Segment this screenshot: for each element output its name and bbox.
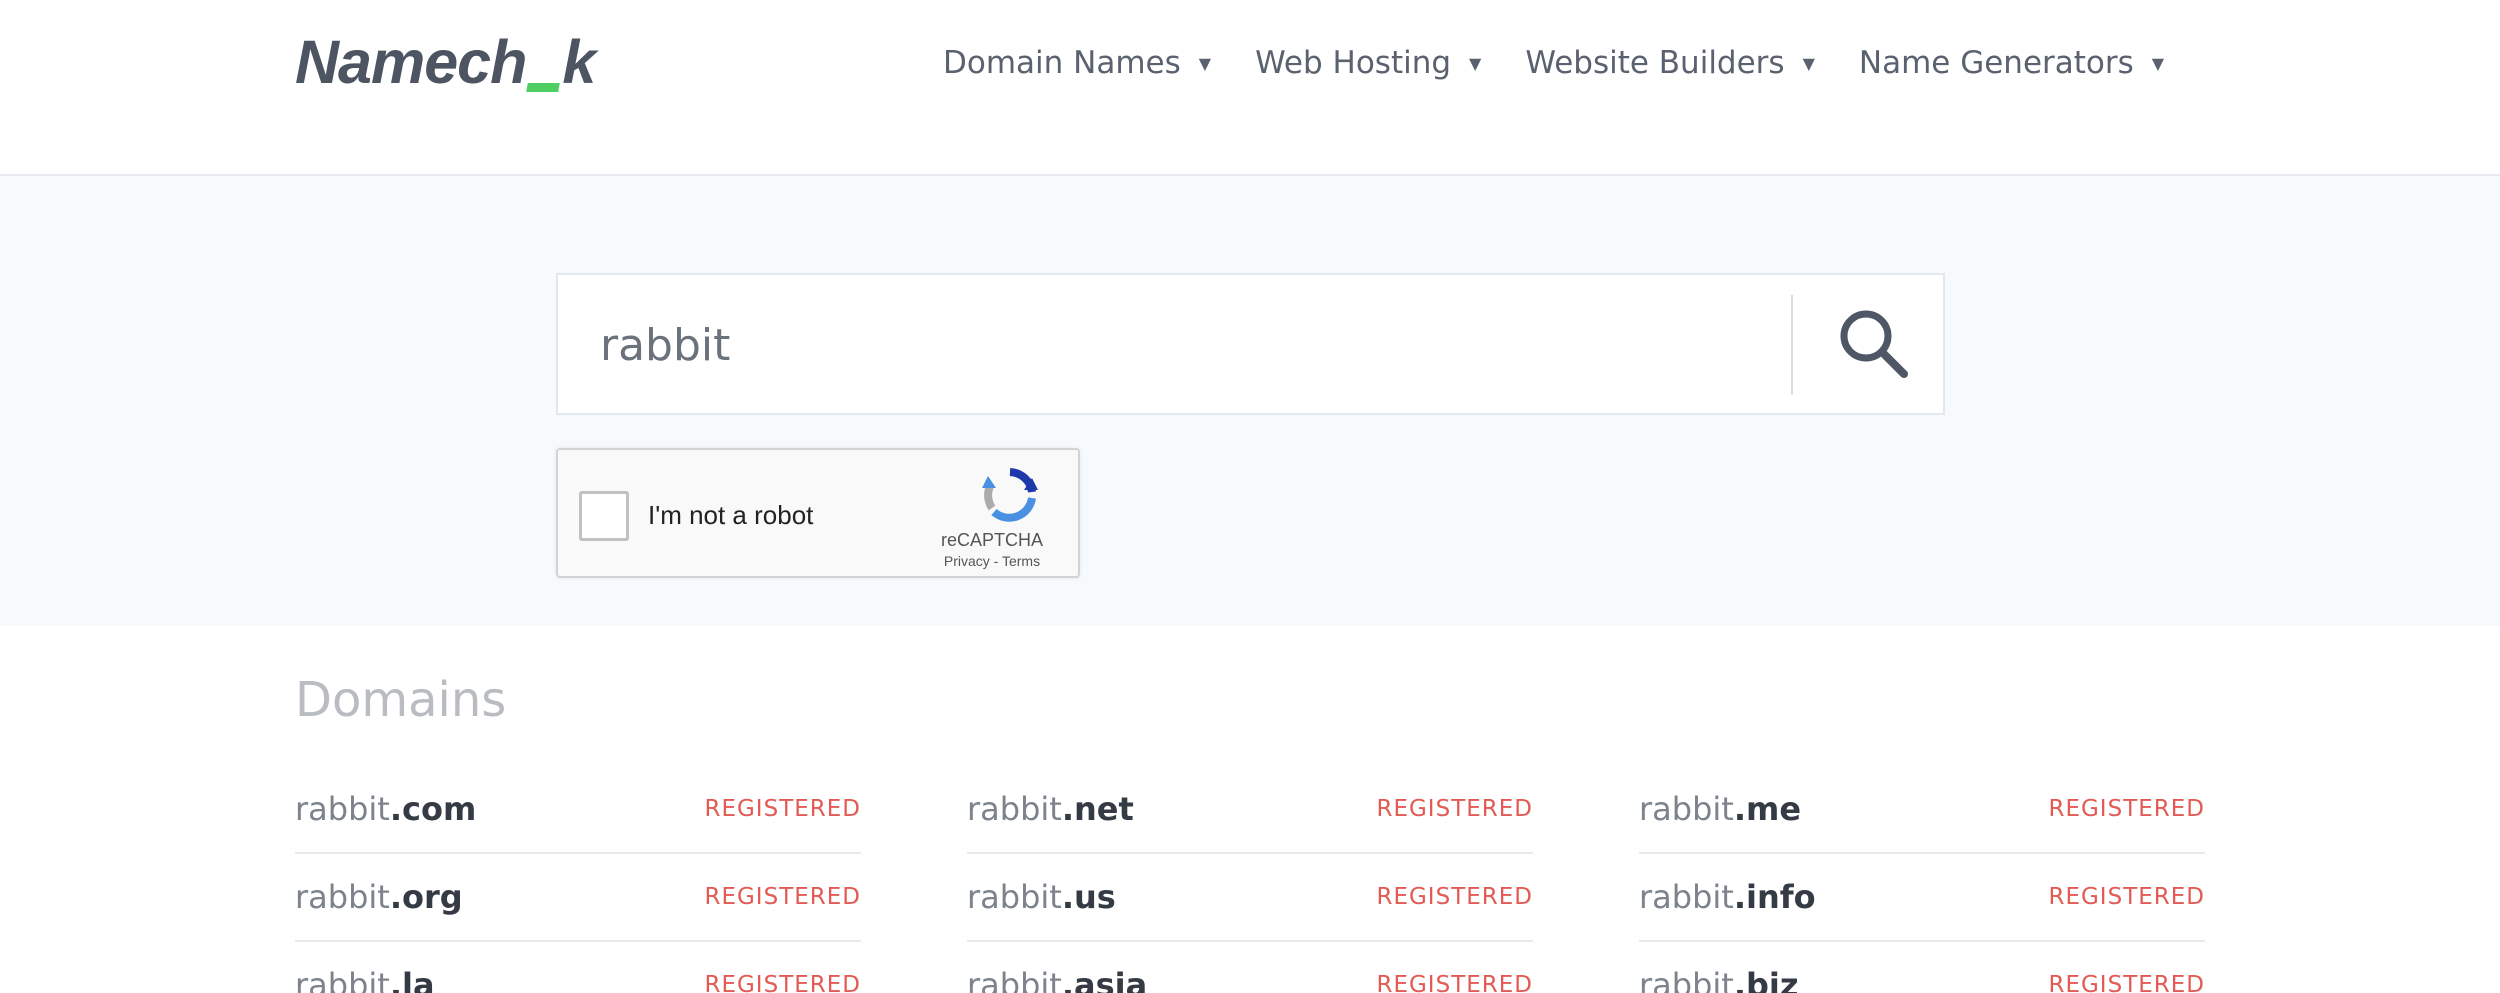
domains-heading: Domains [295, 672, 507, 728]
nav-web-hosting[interactable]: Web Hosting ▼ [1255, 45, 1481, 81]
recaptcha-widget: I'm not a robot reCAPTCHA Privacy - Term… [556, 448, 1080, 578]
recaptcha-separator: - [989, 553, 1002, 569]
domain-name: rabbit.org [295, 878, 463, 916]
recaptcha-terms-link[interactable]: Terms [1002, 553, 1040, 569]
caret-down-icon: ▼ [1469, 53, 1482, 73]
domain-status-badge: REGISTERED [1376, 972, 1533, 993]
domain-tld: .org [389, 878, 463, 916]
nav-label: Website Builders [1525, 45, 1785, 81]
domain-status-badge: REGISTERED [2048, 972, 2205, 993]
domain-name: rabbit.me [1639, 790, 1801, 828]
domain-row[interactable]: rabbit.la REGISTERED [295, 942, 861, 993]
domain-base: rabbit [295, 878, 390, 916]
site-logo[interactable]: Namech k [295, 22, 596, 102]
domain-tld: .me [1733, 790, 1802, 828]
search-icon [1840, 310, 1908, 378]
domain-name: rabbit.asia [967, 966, 1147, 993]
search-input[interactable] [600, 305, 1750, 385]
domain-tld: .us [1061, 878, 1116, 916]
domain-base: rabbit [1639, 790, 1734, 828]
domain-row[interactable]: rabbit.com REGISTERED [295, 766, 861, 854]
domain-row[interactable]: rabbit.org REGISTERED [295, 854, 861, 942]
domain-base: rabbit [967, 878, 1062, 916]
domain-tld: .asia [1061, 966, 1148, 993]
domain-tld: .biz [1733, 966, 1799, 993]
nav-domain-names[interactable]: Domain Names ▼ [943, 45, 1211, 81]
domain-tld: .com [389, 790, 477, 828]
domain-name: rabbit.net [967, 790, 1134, 828]
recaptcha-links: Privacy - Terms [922, 553, 1062, 569]
nav-label: Domain Names [943, 45, 1181, 81]
domain-base: rabbit [967, 966, 1062, 993]
logo-prefix: Namech [295, 28, 527, 96]
domain-status-badge: REGISTERED [704, 972, 861, 993]
recaptcha-checkbox[interactable] [579, 491, 629, 541]
domain-name: rabbit.biz [1639, 966, 1798, 993]
domain-status-badge: REGISTERED [1376, 796, 1533, 822]
nav-label: Name Generators [1858, 45, 2134, 81]
domain-base: rabbit [1639, 966, 1734, 993]
domain-name: rabbit.us [967, 878, 1116, 916]
domain-base: rabbit [967, 790, 1062, 828]
caret-down-icon: ▼ [1198, 53, 1212, 73]
domain-base: rabbit [295, 966, 390, 993]
domain-row[interactable]: rabbit.info REGISTERED [1639, 854, 2205, 942]
recaptcha-privacy-link[interactable]: Privacy [944, 553, 990, 569]
domain-name: rabbit.com [295, 790, 476, 828]
domain-name: rabbit.la [295, 966, 435, 993]
domain-base: rabbit [295, 790, 390, 828]
nav-website-builders[interactable]: Website Builders ▼ [1525, 45, 1815, 81]
domain-status-badge: REGISTERED [1376, 884, 1533, 910]
domain-tld: .info [1733, 878, 1816, 916]
logo-underscore [526, 22, 562, 102]
domain-status-badge: REGISTERED [704, 796, 861, 822]
domain-status-badge: REGISTERED [704, 884, 861, 910]
logo-suffix: k [562, 28, 596, 96]
nav-label: Web Hosting [1255, 45, 1452, 81]
caret-down-icon: ▼ [2151, 53, 2165, 73]
recaptcha-logo-icon [982, 468, 1038, 522]
search-box [556, 273, 1945, 415]
domain-base: rabbit [1639, 878, 1734, 916]
site-header: Namech k Domain Names ▼ Web Hosting ▼ We… [0, 0, 2500, 176]
domain-row[interactable]: rabbit.biz REGISTERED [1639, 942, 2205, 993]
caret-down-icon: ▼ [1802, 53, 1815, 73]
domain-row[interactable]: rabbit.us REGISTERED [967, 854, 1533, 942]
domain-status-badge: REGISTERED [2048, 796, 2205, 822]
domain-row[interactable]: rabbit.me REGISTERED [1639, 766, 2205, 854]
recaptcha-label: I'm not a robot [648, 500, 814, 530]
main-nav: Domain Names ▼ Web Hosting ▼ Website Bui… [943, 38, 2208, 88]
domain-name: rabbit.info [1639, 878, 1816, 916]
search-button[interactable] [1803, 275, 1945, 413]
nav-name-generators[interactable]: Name Generators ▼ [1859, 45, 2164, 81]
domain-tld: .la [389, 966, 435, 993]
domain-tld: .net [1061, 790, 1134, 828]
search-section: I'm not a robot reCAPTCHA Privacy - Term… [0, 176, 2500, 626]
domains-grid: rabbit.com REGISTERED rabbit.net REGISTERED… [295, 766, 2205, 993]
domain-row[interactable]: rabbit.net REGISTERED [967, 766, 1533, 854]
search-divider [1791, 295, 1793, 395]
domain-row[interactable]: rabbit.asia REGISTERED [967, 942, 1533, 993]
recaptcha-brand: reCAPTCHA [940, 530, 1043, 550]
domain-status-badge: REGISTERED [2048, 884, 2205, 910]
